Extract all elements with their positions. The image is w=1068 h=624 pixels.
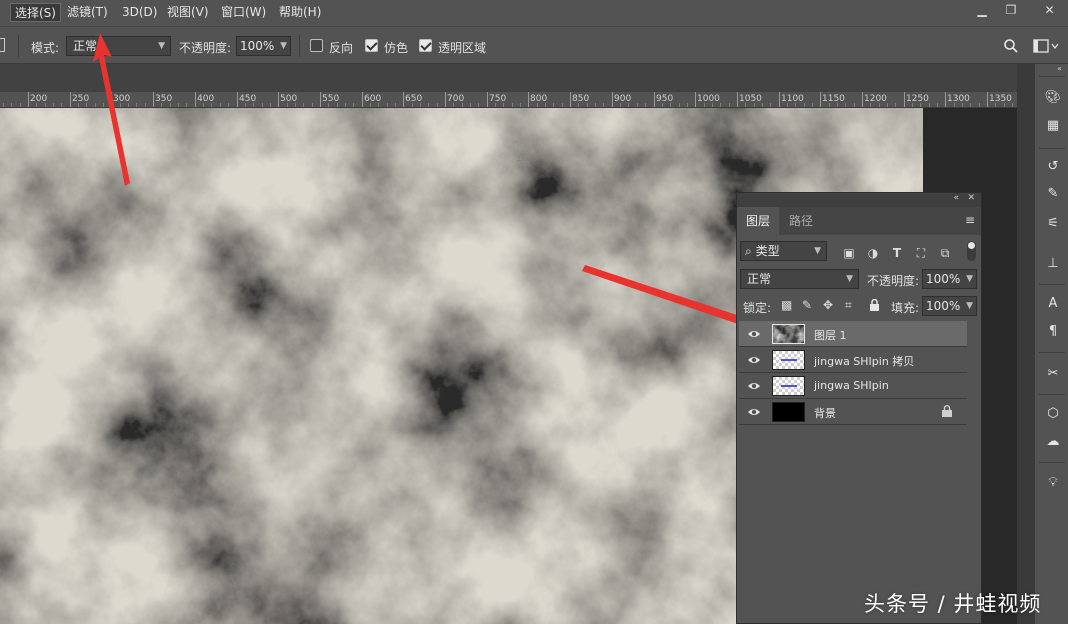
chevron-down-icon: ▼ — [966, 301, 973, 311]
tab-paths[interactable]: 路径 — [780, 207, 822, 235]
layer-thumbnail[interactable] — [772, 376, 805, 396]
close-icon[interactable]: ✕ — [967, 193, 975, 203]
layer-name[interactable]: 背景 — [814, 405, 836, 421]
text-preview — [781, 359, 797, 361]
panel-tabs: 图层 路径 ≡ — [737, 207, 981, 235]
layer-opacity-value: 100% — [926, 272, 961, 286]
arrow-to-filter-menu — [93, 33, 130, 186]
divider — [1039, 462, 1065, 463]
blend-mode-value: 正常 — [747, 272, 772, 286]
lock-position-move-icon[interactable]: ✥ — [823, 298, 833, 312]
tool-presets-icon[interactable]: ✂ — [1044, 365, 1062, 383]
toggle-knob — [968, 242, 975, 249]
collapse-icon[interactable]: « — [1057, 64, 1062, 73]
pixel-filter-icon[interactable]: ▣ — [841, 245, 857, 261]
history-icon[interactable]: ↺ — [1044, 158, 1062, 176]
search-icon: ⌕ — [745, 244, 752, 258]
smart-object-filter-icon[interactable]: ⧉ — [937, 245, 953, 261]
layer-name[interactable]: jingwa SHIpin — [814, 379, 889, 392]
fill-input[interactable]: 100% ▼ — [922, 296, 977, 316]
learn-lightbulb-icon[interactable]: 💡︎ — [1044, 474, 1062, 492]
paragraph-icon[interactable]: ¶ — [1044, 323, 1062, 341]
layer-row[interactable]: 背景 — [739, 399, 967, 425]
layer-name[interactable]: 图层 1 — [814, 327, 847, 343]
lock-icon — [942, 405, 952, 417]
divider — [1039, 284, 1065, 285]
layer-opacity-input[interactable]: 100% ▼ — [922, 269, 977, 289]
divider — [1039, 352, 1065, 353]
lock-artboard-icon[interactable]: ⌗ — [845, 298, 852, 313]
layers-list: 图层 1 jingwa SHIpin 拷贝 jingwa SHIpin 背景 — [737, 321, 981, 431]
layer-row[interactable]: jingwa SHIpin 拷贝 — [739, 347, 967, 373]
text-preview — [781, 385, 797, 387]
visibility-eye-icon[interactable] — [747, 379, 761, 393]
panel-header: « ✕ — [737, 193, 981, 207]
clouds-thumbnail — [773, 325, 804, 343]
divider — [1039, 394, 1065, 395]
chevron-down-icon: ▼ — [966, 274, 973, 284]
color-palette-icon[interactable]: 🎨︎ — [1044, 89, 1062, 107]
lock-image-brush-icon[interactable]: ✎ — [802, 298, 812, 312]
layer-thumbnail[interactable] — [772, 324, 805, 344]
right-toolbar: « 🎨︎ ▦ ↺ ✎ ⚟ ⊥ A ¶ ✂ ⬡ ☁ 💡︎ — [1034, 64, 1068, 624]
adjustments-icon[interactable]: ⚟ — [1044, 215, 1062, 233]
opacity-label: 不透明度: — [867, 274, 920, 288]
type-filter-icon[interactable]: T — [889, 245, 905, 261]
visibility-eye-icon[interactable] — [747, 327, 761, 341]
chevron-down-icon: ▼ — [846, 274, 853, 284]
visibility-eye-icon[interactable] — [747, 405, 761, 419]
character-icon[interactable]: A — [1044, 295, 1062, 313]
shape-filter-icon[interactable]: ⛶ — [913, 245, 929, 261]
collapse-icon[interactable]: « — [953, 193, 959, 203]
blend-mode-select[interactable]: 正常 ▼ — [740, 269, 859, 289]
lock-label: 锁定: — [743, 301, 772, 315]
fill-label: 填充: — [891, 301, 920, 315]
layer-filter-select[interactable]: ⌕ 类型 ▼ — [740, 241, 827, 261]
clone-source-icon[interactable]: ⊥ — [1044, 255, 1062, 273]
fill-value: 100% — [926, 299, 961, 313]
lock-transparent-icon[interactable]: ▩ — [781, 298, 792, 312]
watermark-text: 头条号 / 井蛙视频 — [864, 592, 1042, 616]
brush-icon[interactable]: ✎ — [1044, 185, 1062, 203]
3d-cube-icon[interactable]: ⬡ — [1044, 405, 1062, 423]
filter-toggle[interactable] — [967, 241, 976, 261]
libraries-icon[interactable]: ☁ — [1044, 433, 1062, 451]
adjustment-filter-icon[interactable]: ◑ — [865, 245, 881, 261]
tab-layers[interactable]: 图层 — [737, 207, 780, 235]
filter-kind-value: 类型 — [755, 244, 780, 258]
chevron-down-icon: ▼ — [814, 246, 821, 256]
divider — [1039, 148, 1065, 149]
layer-row[interactable]: 图层 1 — [739, 321, 967, 347]
layer-thumbnail[interactable] — [772, 350, 805, 370]
panel-menu-icon[interactable]: ≡ — [965, 213, 975, 227]
swatches-grid-icon[interactable]: ▦ — [1044, 117, 1062, 135]
visibility-eye-icon[interactable] — [747, 353, 761, 367]
layer-name[interactable]: jingwa SHIpin 拷贝 — [814, 353, 914, 369]
divider — [1039, 76, 1065, 77]
lock-all-icon[interactable] — [869, 299, 880, 312]
layer-thumbnail[interactable] — [772, 402, 805, 422]
layer-row[interactable]: jingwa SHIpin — [739, 373, 967, 399]
layers-panel: « ✕ 图层 路径 ≡ ⌕ 类型 ▼ ▣ ◑ T ⛶ ⧉ 正常 ▼ 不透明度: … — [736, 192, 982, 624]
